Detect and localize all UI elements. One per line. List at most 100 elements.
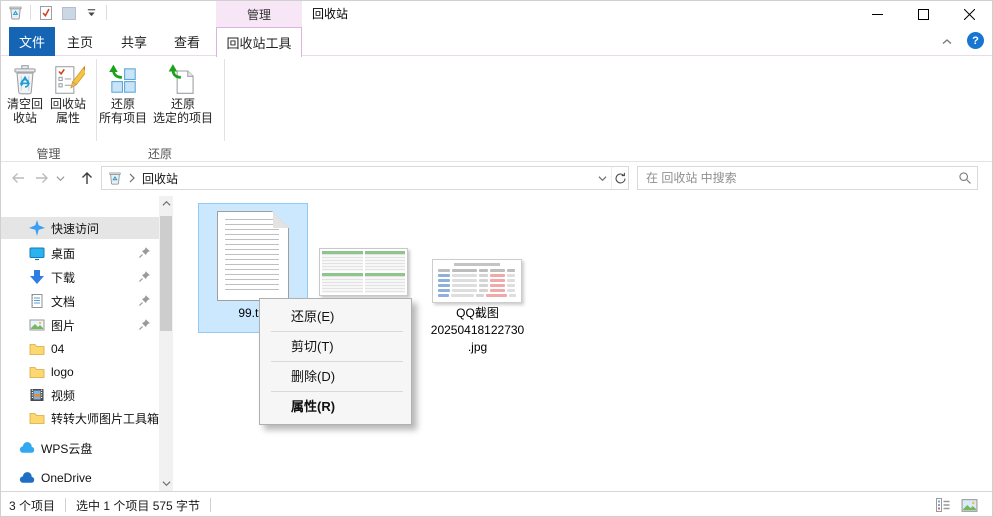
qat-new-folder-icon[interactable] (60, 4, 77, 21)
ribbon: 清空回 收站 回收站 属性 (1, 57, 992, 162)
file-label: QQ截图 20250418122730 .jpg (428, 305, 527, 356)
downloads-icon (29, 269, 45, 285)
menu-item-properties[interactable]: 属性(R) (260, 392, 411, 421)
quick-access-star-icon (29, 220, 45, 236)
sidebar-item-pictures[interactable]: 图片 (1, 314, 159, 336)
onedrive-icon (19, 470, 35, 486)
recycle-bin-properties-button[interactable]: 回收站 属性 (45, 59, 91, 147)
status-separator (210, 498, 211, 512)
address-bar[interactable]: 回收站 (101, 166, 629, 190)
text-file-icon (217, 211, 289, 301)
navigation-bar: 回收站 (1, 162, 992, 194)
folder-icon (29, 341, 45, 357)
sidebar-item-wps-cloud[interactable]: WPS云盘 (1, 437, 159, 459)
file-tile-spreadsheet-image[interactable] (319, 248, 408, 296)
large-icons-view-icon[interactable] (960, 496, 978, 514)
ribbon-group-divider (96, 59, 97, 141)
folder-icon (29, 364, 45, 380)
sidebar-item-documents[interactable]: 文档 (1, 290, 159, 312)
empty-recycle-bin-icon (8, 63, 42, 97)
videos-icon (29, 387, 45, 403)
ribbon-group-restore: 还原 (96, 145, 224, 161)
recent-locations-chevron-icon[interactable] (53, 169, 67, 187)
sidebar-item-onedrive[interactable]: OneDrive (1, 467, 159, 489)
qat-separator (106, 5, 107, 20)
selection-info: 选中 1 个项目 575 字节 (76, 497, 200, 514)
scroll-up-icon[interactable] (159, 196, 173, 211)
back-icon[interactable] (9, 169, 27, 187)
recycle-bin-properties-icon (51, 63, 85, 97)
restore-all-items-icon (106, 63, 140, 97)
recycle-bin-small-icon (108, 171, 122, 185)
pin-icon (138, 270, 151, 283)
address-dropdown-icon[interactable] (594, 167, 611, 189)
ribbon-tab-row: 文件 主页 共享 查看 回收站工具 ? (1, 27, 992, 56)
empty-recycle-bin-button[interactable]: 清空回 收站 (3, 59, 47, 147)
maximize-button[interactable] (900, 1, 946, 27)
explorer-window: 管理 回收站 文件 主页 共享 查看 回收站工具 ? (0, 0, 993, 517)
status-separator (65, 498, 66, 512)
documents-icon (29, 293, 45, 309)
file-thumbnail (454, 263, 500, 266)
item-count: 3 个项目 (9, 497, 55, 514)
refresh-icon[interactable] (611, 167, 628, 189)
recycle-bin-app-icon (7, 4, 24, 21)
pin-icon (138, 318, 151, 331)
file-thumbnail (365, 273, 406, 293)
sidebar-item-folder-zhuanzhuan[interactable]: 转转大师图片工具箱 (1, 407, 159, 429)
sidebar-item-desktop[interactable]: 桌面 (1, 242, 159, 264)
tab-file[interactable]: 文件 (9, 27, 55, 56)
title-bar: 管理 回收站 (1, 1, 992, 27)
qat-properties-icon[interactable] (37, 4, 54, 21)
sidebar-scrollbar[interactable] (159, 196, 173, 491)
sidebar-item-downloads[interactable]: 下载 (1, 266, 159, 288)
restore-all-items-button[interactable]: 还原 所有项目 (99, 59, 147, 147)
sidebar-item-folder-04[interactable]: 04 (1, 338, 159, 360)
sidebar-item-quick-access[interactable]: 快速访问 (1, 217, 159, 239)
restore-selected-items-icon (166, 63, 200, 97)
qat-customize-dropdown-icon[interactable] (83, 4, 100, 21)
desktop-icon (29, 245, 45, 261)
status-bar: 3 个项目 选中 1 个项目 575 字节 (1, 491, 992, 517)
pin-icon (138, 294, 151, 307)
folder-icon (29, 410, 45, 426)
tab-home[interactable]: 主页 (61, 27, 99, 56)
scroll-down-icon[interactable] (159, 476, 173, 491)
qat-separator (30, 5, 31, 20)
file-thumbnail (322, 273, 363, 293)
details-view-icon[interactable] (934, 496, 952, 514)
menu-item-restore[interactable]: 还原(E) (260, 302, 411, 331)
breadcrumb-chevron-icon (128, 173, 136, 183)
file-thumbnail (365, 251, 406, 271)
restore-selected-items-button[interactable]: 还原 选定的项目 (147, 59, 219, 147)
pictures-icon (29, 317, 45, 333)
breadcrumb-location[interactable]: 回收站 (142, 170, 178, 187)
tab-view[interactable]: 查看 (168, 27, 206, 56)
pin-icon (138, 246, 151, 259)
menu-item-delete[interactable]: 删除(D) (260, 362, 411, 391)
sidebar-item-folder-logo[interactable]: logo (1, 361, 159, 383)
search-box[interactable] (637, 166, 978, 190)
scrollbar-thumb[interactable] (160, 216, 172, 331)
up-icon[interactable] (78, 169, 96, 187)
collapse-ribbon-icon[interactable] (938, 33, 956, 51)
ribbon-group-manage: 管理 (1, 145, 96, 161)
wps-cloud-icon (19, 440, 35, 456)
help-icon[interactable]: ? (967, 32, 984, 49)
ribbon-group-divider (224, 59, 225, 141)
minimize-button[interactable] (854, 1, 900, 27)
main-area: 快速访问 桌面 下载 (1, 194, 992, 491)
search-icon[interactable] (953, 171, 977, 185)
file-thumbnail (322, 251, 363, 271)
file-tile-qq-screenshot[interactable] (432, 259, 522, 303)
contextual-tab-group-header: 管理 (216, 1, 302, 27)
forward-icon[interactable] (33, 169, 51, 187)
quick-access-toolbar (7, 4, 107, 21)
tab-recycle-bin-tools[interactable]: 回收站工具 (216, 27, 302, 57)
tab-share[interactable]: 共享 (115, 27, 153, 56)
menu-item-cut[interactable]: 剪切(T) (260, 332, 411, 361)
search-input[interactable] (638, 171, 953, 185)
close-button[interactable] (946, 1, 992, 27)
breadcrumb[interactable]: 回收站 (102, 170, 594, 187)
sidebar-item-videos[interactable]: 视频 (1, 384, 159, 406)
